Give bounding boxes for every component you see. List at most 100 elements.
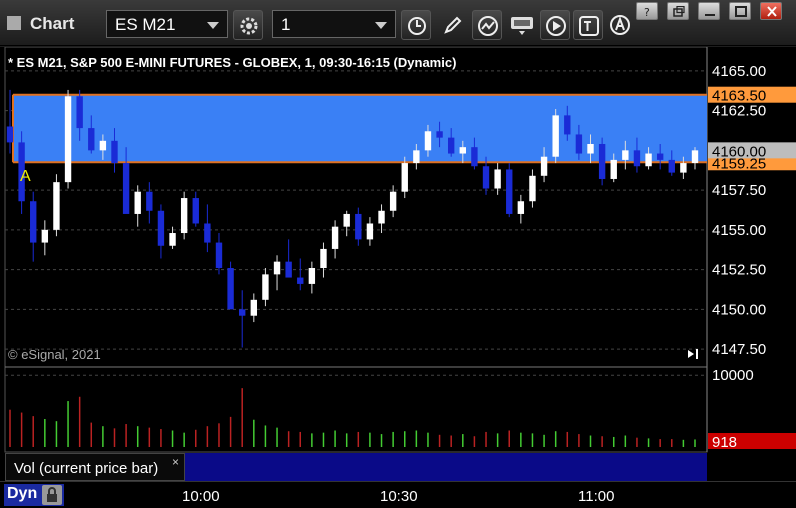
last-price-tag: 4160.00 [712,143,766,160]
close-icon [767,6,777,17]
price-chart[interactable]: A 4165.00 4162.50 4157.50 4155.00 4152.50 4150… [0,47,796,481]
symbol-value: ES M21 [115,15,176,34]
candle-body [389,191,397,211]
candle-body [320,248,327,269]
price-axis-label: 4152.50 [712,262,766,279]
candle-body [134,191,141,214]
price-axis-label: 4150.00 [712,301,766,318]
candle-body [169,233,176,246]
candle-body [436,131,443,138]
lock-icon[interactable] [42,485,62,505]
symbol-combo[interactable]: ES M21 [106,10,228,38]
price-axis-label: 4157.50 [712,182,766,199]
candle-body [447,137,455,154]
candle-body [598,143,606,179]
candle-body [471,147,478,167]
candle-body [192,198,199,224]
candle-body [424,131,432,151]
svg-text:?: ? [644,6,650,18]
candle-body [122,163,130,214]
candle-body [111,140,118,164]
candle-body [6,126,14,143]
candle-body [53,182,60,230]
restore-icon [673,6,685,17]
candle-body [273,261,281,275]
chart-line-icon [478,16,498,36]
candle-body [64,96,72,183]
gear-icon [240,17,258,35]
maximize-icon [735,6,747,17]
candle-body [540,156,548,176]
volume-axis-label: 10000 [712,367,754,384]
chevron-down-icon [375,22,387,29]
upper-price-tag: 4163.50 [712,88,766,105]
candle-body [680,163,687,173]
scroll-right-bar [696,349,698,359]
candle-body [180,198,188,234]
chart-panel[interactable]: A 4165.00 4162.50 4157.50 4155.00 4152.50 4150… [0,47,796,508]
candle-body [587,143,594,154]
price-axis-label: 4155.00 [712,222,766,239]
window-title: Chart [30,14,75,33]
candle-body [529,175,536,202]
candle-body [262,274,269,300]
chart-header: * ES M21, S&P 500 E-MINI FUTURES - GLOBE… [8,55,457,70]
get-icon [511,17,533,35]
dynamic-mode-label: Dyn [7,485,38,502]
volume-tag: 918 [712,434,737,451]
play-button[interactable] [540,10,570,40]
candle-body [691,150,699,164]
candle-body [227,268,234,310]
text-button[interactable] [573,10,603,40]
play-icon [546,16,566,36]
volume-study-label[interactable]: Vol (current price bar) [5,453,185,481]
maximize-button[interactable] [729,2,751,20]
volume-study-close-icon[interactable]: × [172,455,179,469]
candle-body [297,277,304,284]
candle-body [622,150,629,160]
scroll-right-icon[interactable] [688,349,698,359]
title-bar: Chart ES M21 1 ? [0,0,796,46]
price-axis-label: 4165.00 [712,63,766,80]
time-label: 10:30 [380,488,418,505]
close-button[interactable] [760,2,782,20]
time-axis: Dyn 10:00 10:30 11:00 [0,481,796,508]
candle-body [575,134,583,154]
settings-button[interactable] [233,10,263,40]
candle-body [204,223,211,243]
candle-body [76,96,83,129]
draw-button[interactable] [438,10,468,40]
price-axis-label: 4147.50 [712,341,766,358]
candle-body [656,153,664,160]
candle-body [413,150,420,164]
scroll-right-arrow [688,350,694,358]
time-button[interactable] [401,10,431,40]
get-button[interactable] [506,10,536,40]
candle-body [88,128,95,151]
candle-body [506,169,513,214]
clock-icon [408,17,426,35]
candle-body [41,229,49,243]
interval-combo[interactable]: 1 [272,10,396,38]
help-button[interactable]: ? [636,2,658,20]
minimize-icon [705,14,715,16]
restore-button[interactable] [667,2,689,20]
chevron-down-icon [207,22,219,29]
candle-body [517,201,525,214]
candle-body [285,261,292,278]
candle-body [564,115,571,135]
session-marker-label: A [20,168,31,185]
candle-body [99,140,107,151]
candle-body [378,210,385,224]
candle-body [239,309,246,316]
candle-body [482,166,490,189]
candle-body [250,299,258,316]
time-label: 11:00 [578,488,615,505]
minimize-button[interactable] [698,2,720,20]
studies-button[interactable] [472,10,502,40]
candle-body [610,159,617,179]
help-icon: ? [644,6,650,18]
alert-button[interactable] [605,10,635,40]
candle-body [633,150,641,167]
candle-body [157,210,165,246]
